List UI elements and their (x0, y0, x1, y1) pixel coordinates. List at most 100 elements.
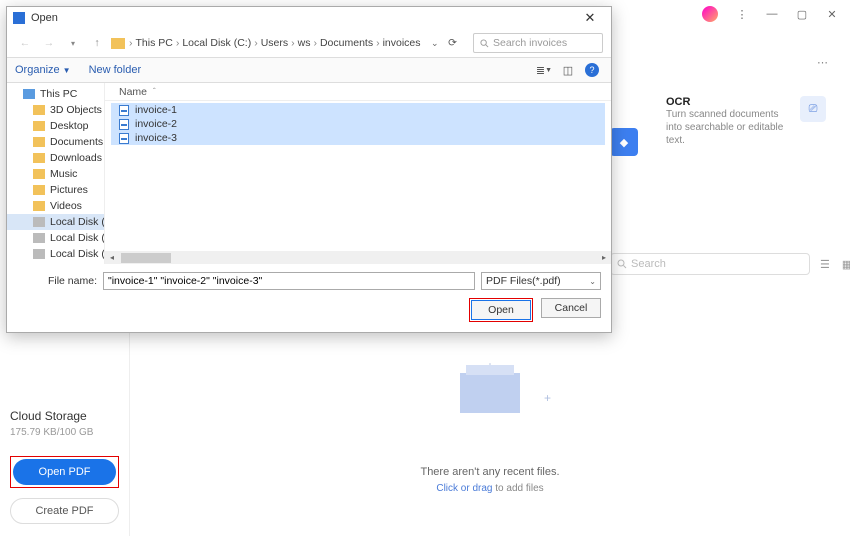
dialog-app-icon (13, 12, 25, 24)
breadcrumb-item[interactable]: invoices (383, 37, 421, 49)
file-name: invoice-2 (135, 118, 177, 130)
tree-item[interactable]: This PC (7, 86, 104, 102)
filename-label: File name: (17, 275, 97, 287)
dialog-nav-bar: ← → ▾ ↑ › This PC › Local Disk (C:) › Us… (7, 29, 611, 57)
view-mode-button[interactable]: ≣ ▼ (533, 61, 555, 79)
dialog-titlebar: Open ✕ (7, 7, 611, 29)
ocr-icon: ⎚ (800, 96, 826, 122)
nav-up-icon[interactable]: ↑ (87, 37, 107, 49)
nav-forward-icon[interactable]: → (39, 37, 59, 49)
tree-item[interactable]: Local Disk (C:) (7, 214, 104, 230)
open-pdf-highlight: Open PDF (10, 456, 119, 488)
folder-icon (33, 169, 45, 179)
create-pdf-button[interactable]: Create PDF (10, 498, 119, 524)
empty-hint-link[interactable]: Click or drag (436, 483, 492, 494)
breadcrumb-item[interactable]: Documents (320, 37, 373, 49)
help-button[interactable]: ? (581, 61, 603, 79)
tree-item[interactable]: Pictures (7, 182, 104, 198)
app-menu-icon[interactable]: ⋮ (728, 3, 756, 25)
tree-item[interactable]: Documents (7, 134, 104, 150)
scroll-right-icon[interactable]: ▸ (597, 253, 611, 262)
tree-item[interactable]: Videos (7, 198, 104, 214)
scroll-left-icon[interactable]: ◂ (105, 253, 119, 262)
chevron-down-icon: ▼ (63, 66, 71, 75)
ocr-card[interactable]: OCR Turn scanned documents into searchab… (666, 96, 826, 147)
file-list[interactable]: invoice-1 invoice-2 invoice-3 (105, 101, 611, 251)
organize-button[interactable]: Organize▼ (15, 64, 71, 76)
empty-hint: Click or drag to add files (436, 483, 543, 494)
tree-item-label: Music (50, 168, 77, 180)
preview-pane-button[interactable]: ◫ (557, 61, 579, 79)
main-search-input[interactable]: Search (610, 253, 810, 275)
cloud-storage-usage: 175.79 KB/100 GB (10, 427, 119, 438)
tree-item[interactable]: 3D Objects (7, 102, 104, 118)
profile-avatar[interactable] (702, 6, 718, 22)
dialog-close-button[interactable]: ✕ (575, 7, 605, 29)
filetype-select[interactable]: PDF Files(*.pdf)⌄ (481, 272, 601, 290)
pdf-file-icon (119, 119, 129, 130)
maximize-icon[interactable]: ▢ (788, 3, 816, 25)
tree-item[interactable]: Local Disk (D:) (7, 230, 104, 246)
tree-item-label: This PC (40, 88, 77, 100)
breadcrumb: › This PC › Local Disk (C:) › Users › ws… (129, 37, 421, 49)
view-list-icon[interactable]: ☰ (820, 258, 830, 271)
cloud-storage-title: Cloud Storage (10, 409, 119, 423)
search-icon (480, 39, 489, 48)
tree-item-label: Videos (50, 200, 82, 212)
horizontal-scrollbar[interactable]: ◂ ▸ (105, 251, 611, 264)
breadcrumb-item[interactable]: This PC (136, 37, 173, 49)
tree-item[interactable]: Local Disk (F:) (7, 262, 104, 264)
folder-icon (33, 121, 45, 131)
file-row[interactable]: invoice-1 (111, 103, 605, 117)
file-name: invoice-3 (135, 132, 177, 144)
pdf-file-icon (119, 105, 129, 116)
tree-item-label: Local Disk (D:) (50, 232, 105, 244)
view-grid-icon[interactable]: ▦ (842, 258, 850, 271)
empty-illustration: + + (445, 373, 535, 443)
tree-item[interactable]: Music (7, 166, 104, 182)
breadcrumb-item[interactable]: Local Disk (C:) (182, 37, 251, 49)
tree-item-label: Documents (50, 136, 103, 148)
folder-icon (33, 105, 45, 115)
tree-item[interactable]: Desktop (7, 118, 104, 134)
close-app-icon[interactable]: ✕ (818, 3, 846, 25)
column-headers: Name ˆ (105, 83, 611, 101)
dialog-search-placeholder: Search invoices (493, 37, 567, 49)
nav-back-icon[interactable]: ← (15, 37, 35, 49)
open-button[interactable]: Open (471, 300, 531, 320)
folder-tree[interactable]: This PC 3D ObjectsDesktop Documents Downloa… (7, 83, 105, 264)
drive-icon (33, 249, 45, 259)
open-button-highlight: Open (469, 298, 533, 322)
main-search-placeholder: Search (631, 258, 666, 270)
folder-icon (33, 185, 45, 195)
file-row[interactable]: invoice-2 (111, 117, 605, 131)
file-row[interactable]: invoice-3 (111, 131, 605, 145)
tree-item-label: Local Disk (C:) (50, 216, 105, 228)
filename-input[interactable] (103, 272, 475, 290)
tree-item-label: Downloads (50, 152, 102, 164)
minimize-icon[interactable]: — (758, 3, 786, 25)
drive-icon (33, 217, 45, 227)
refresh-icon[interactable]: ⟳ (443, 37, 463, 49)
folder-icon (111, 38, 125, 49)
breadcrumb-item[interactable]: Users (261, 37, 288, 49)
more-options-icon[interactable]: ⋯ (817, 56, 830, 69)
search-icon (617, 259, 627, 269)
dialog-search-input[interactable]: Search invoices (473, 33, 603, 53)
open-pdf-button[interactable]: Open PDF (13, 459, 116, 485)
new-folder-button[interactable]: New folder (89, 64, 142, 76)
cancel-button[interactable]: Cancel (541, 298, 601, 318)
folder-icon (33, 201, 45, 211)
file-name: invoice-1 (135, 104, 177, 116)
tree-item[interactable]: Local Disk (E:) (7, 246, 104, 262)
scroll-thumb[interactable] (121, 253, 171, 263)
name-column-header[interactable]: Name ˆ (119, 86, 279, 98)
feature-tile-icon[interactable]: ◆ (610, 128, 638, 156)
drive-icon (33, 233, 45, 243)
address-dropdown-icon[interactable]: ⌄ (431, 38, 439, 49)
breadcrumb-item[interactable]: ws (298, 37, 311, 49)
pc-icon (23, 89, 35, 99)
nav-recent-dropdown-icon[interactable]: ▾ (63, 39, 83, 48)
pdf-file-icon (119, 133, 129, 144)
tree-item[interactable]: Downloads (7, 150, 104, 166)
